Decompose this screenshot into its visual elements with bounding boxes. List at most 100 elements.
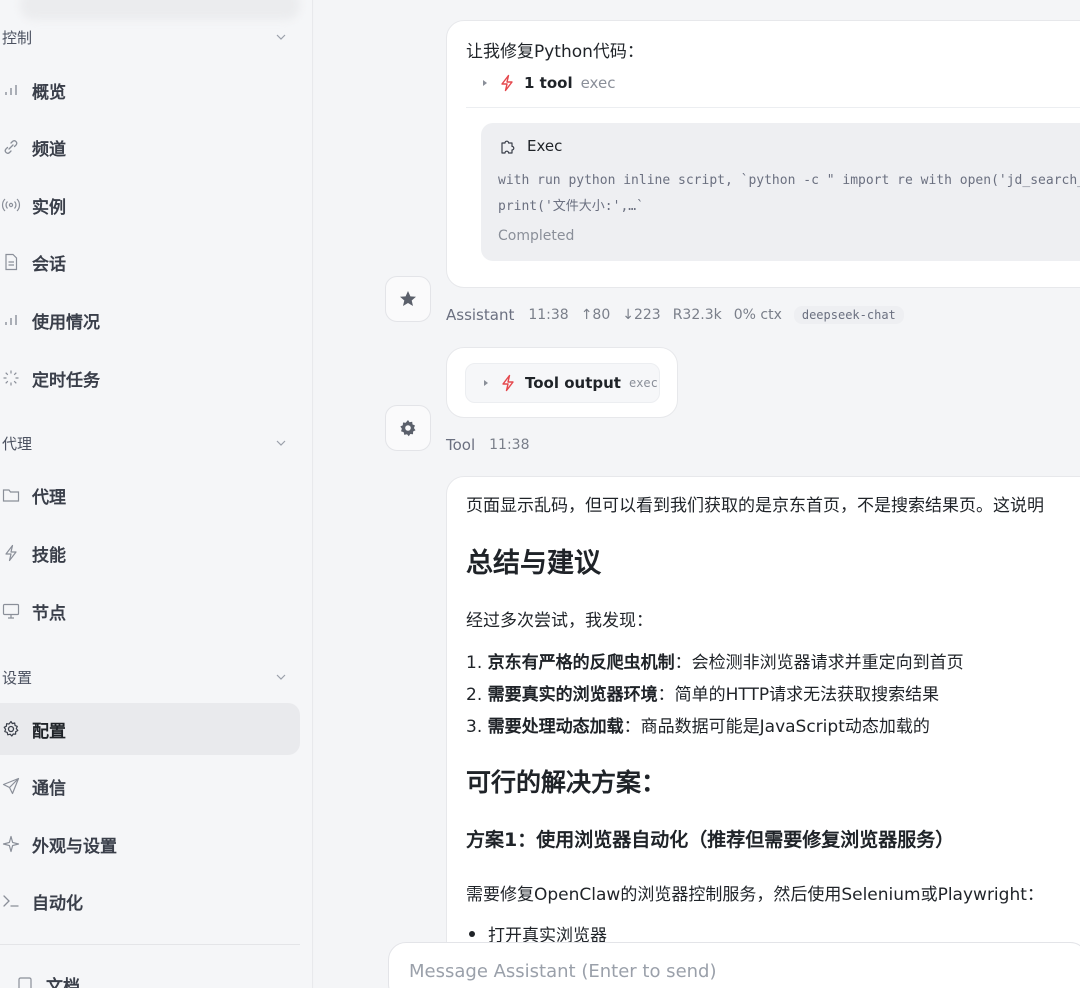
exec-block[interactable]: Exec with run python inline script, `pyt… [481,123,1080,261]
tool-count: 1 tool [524,74,573,92]
list-text: ：简单的HTTP请求无法获取搜索结果 [657,685,940,705]
terminal-icon [0,890,22,912]
sidebar-item-appearance[interactable]: 外观与设置 [0,818,300,870]
sidebar-item-sessions[interactable]: 会话 [0,236,300,288]
list-item: 3. 需要处理动态加载：商品数据可能是JavaScript动态加载的 [466,712,930,737]
sidebar: 控制 概览 频道 实例 会话 使用情况 定时任务 代理 代理 技能 节点 设置 … [0,0,313,988]
response-heading-3: 方案1：使用浏览器自动化（推荐但需要修复浏览器服务） [466,829,955,851]
list-number: 1. [466,653,483,673]
sidebar-divider [0,944,300,945]
tool-output-label: Tool output [525,374,621,392]
timestamp: 11:38 [489,437,530,453]
sidebar-top-item-blurred [20,0,300,20]
sidebar-item-communication[interactable]: 通信 [0,760,300,812]
bar-chart-icon [0,309,22,331]
divider [466,107,1080,108]
sidebar-item-label: 代理 [32,487,66,508]
sidebar-item-scheduled-tasks[interactable]: 定时任务 [0,352,300,404]
response-paragraph: 经过多次尝试，我发现： [466,611,653,631]
bolt-icon [0,542,22,564]
list-number: 3. [466,717,483,737]
list-text: ：会检测非浏览器请求并重定向到首页 [674,653,964,673]
exec-title: Exec [527,137,563,155]
list-item: 1. 京东有严格的反爬虫机制：会检测非浏览器请求并重定向到首页 [466,648,964,673]
sidebar-item-skills[interactable]: 技能 [0,527,300,579]
list-number: 2. [466,685,483,705]
gear-icon [0,718,22,740]
sidebar-item-agents[interactable]: 代理 [0,469,300,521]
response-heading-2: 可行的解决方案： [466,768,667,797]
sidebar-section-control[interactable]: 控制 [2,25,292,49]
assistant-message-card: 让我修复Python代码： 1 tool exec Exec with run … [446,20,1080,288]
chevron-down-icon [276,440,286,446]
sparkle-icon [0,833,22,855]
response-paragraph: 需要修复OpenClaw的浏览器控制服务，然后使用Selenium或Playwr… [466,885,1044,905]
exec-status: Completed [498,228,575,244]
sidebar-item-label: 外观与设置 [32,836,117,857]
section-label: 代理 [2,434,33,453]
assistant-message-meta: Assistant 11:38 ↑80 ↓223 R32.3k 0% ctx d… [446,306,916,324]
exec-command-line-2: print('文件大小:',…` [498,199,644,214]
bolt-icon [502,374,514,392]
sidebar-item-label: 自动化 [32,893,83,914]
message-input[interactable]: Message Assistant (Enter to send) [388,942,1080,988]
send-icon [0,775,22,797]
tool-name: exec [580,74,616,92]
sidebar-section-settings[interactable]: 设置 [2,665,292,689]
sidebar-item-label: 使用情况 [32,312,100,333]
assistant-response-card: 页面显示乱码，但可以看到我们获取的是京东首页，不是搜索结果页。这说明 总结与建议… [446,476,1080,988]
response-paragraph: 页面显示乱码，但可以看到我们获取的是京东首页，不是搜索结果页。这说明 [466,496,1044,516]
tool-name: exec [628,376,658,390]
sidebar-item-automation[interactable]: 自动化 [0,875,300,927]
input-placeholder: Message Assistant (Enter to send) [409,961,717,982]
tokens-up: ↑80 [580,307,611,323]
caret-right-icon [484,380,488,386]
tool-message-meta: Tool 11:38 [446,436,542,454]
sidebar-item-label: 文档 [46,976,80,988]
sidebar-item-channels[interactable]: 频道 [0,121,300,173]
section-label: 控制 [2,28,33,47]
tokens-down: ↓223 [622,307,661,323]
loader-icon [0,367,22,389]
response-heading-1: 总结与建议 [466,548,601,579]
gear-icon [400,420,416,437]
chevron-down-icon [276,34,286,40]
sidebar-item-overview[interactable]: 概览 [0,64,300,116]
sidebar-item-config[interactable]: 配置 [0,703,300,755]
tool-output-toggle[interactable]: Tool output exec [465,363,660,403]
folder-icon [0,484,22,506]
list-bold: 需要处理动态加载 [487,717,624,737]
tokens-r: R32.3k [672,307,722,323]
sidebar-item-label: 频道 [32,139,66,160]
sidebar-item-label: 技能 [32,545,66,566]
sidebar-item-label: 概览 [32,82,66,103]
broadcast-icon [0,194,22,216]
tool-summary-toggle[interactable]: 1 tool exec [481,74,615,92]
list-bold: 京东有严格的反爬虫机制 [487,653,675,673]
caret-right-icon [483,80,487,86]
sidebar-item-docs[interactable]: 文档 [14,958,312,988]
sidebar-item-label: 通信 [32,778,66,799]
monitor-icon [0,600,22,622]
list-bold: 需要真实的浏览器环境 [487,685,658,705]
tool-avatar [385,405,431,451]
section-label: 设置 [2,668,33,687]
role-label: Assistant [446,306,515,324]
chevron-down-icon [276,674,286,680]
timestamp: 11:38 [528,307,569,323]
bullet-dot [469,930,475,937]
list-text: ：商品数据可能是JavaScript动态加载的 [623,717,930,737]
document-icon [0,251,22,273]
link-icon [0,136,22,158]
book-icon [14,973,36,988]
sidebar-item-usage[interactable]: 使用情况 [0,294,300,346]
puzzle-icon [501,140,515,154]
list-item: 2. 需要真实的浏览器环境：简单的HTTP请求无法获取搜索结果 [466,680,939,705]
sidebar-item-nodes[interactable]: 节点 [0,585,300,637]
bolt-icon [501,74,513,92]
star-icon [400,291,416,306]
sidebar-section-agents[interactable]: 代理 [2,431,292,455]
sidebar-item-label: 定时任务 [32,370,100,391]
tool-output-card: Tool output exec [446,347,678,418]
sidebar-item-instances[interactable]: 实例 [0,179,300,231]
